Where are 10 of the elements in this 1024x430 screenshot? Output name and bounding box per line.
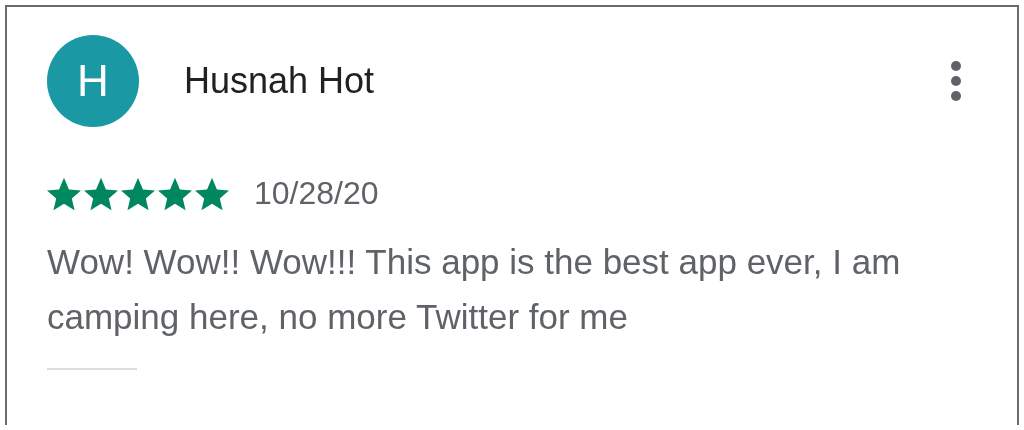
review-text: Wow! Wow!! Wow!!! This app is the best app ever, I am camping here, no more Twitter for me	[47, 241, 902, 338]
star-icon	[195, 176, 229, 211]
star-icon	[84, 176, 118, 211]
star-icon	[121, 176, 155, 211]
more-options-icon[interactable]	[949, 60, 963, 102]
author-name: Husnah Hot	[184, 60, 376, 102]
avatar: H	[47, 35, 139, 127]
review-date: 10/28/20	[254, 175, 379, 212]
star-icon	[47, 176, 81, 211]
star-icon	[158, 176, 192, 211]
